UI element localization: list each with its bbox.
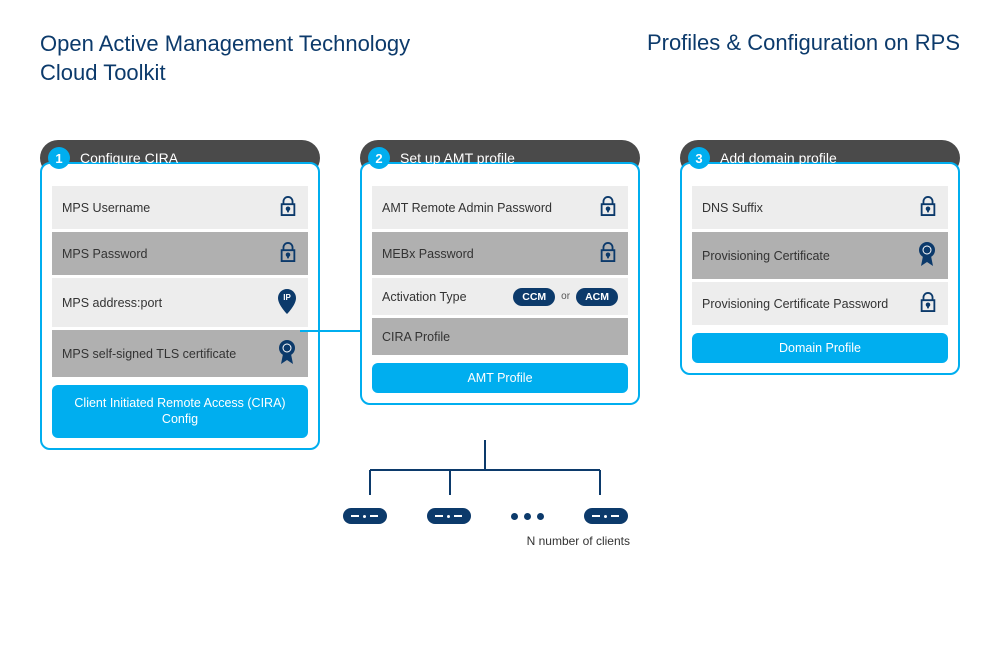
ribbon-icon — [916, 241, 938, 270]
column-amt-profile: 2 Set up AMT profile AMT Remote Admin Pa… — [360, 140, 640, 450]
activation-options: CCM or ACM — [513, 288, 618, 306]
footer-cira-config: Client Initiated Remote Access (CIRA) Co… — [52, 385, 308, 438]
title-right: Profiles & Configuration on RPS — [647, 30, 960, 56]
row-activation-type: Activation Type CCM or ACM — [372, 278, 628, 315]
footer-domain-profile: Domain Profile — [692, 333, 948, 363]
column-configure-cira: 1 Configure CIRA MPS Username MPS Passwo… — [40, 140, 320, 450]
row-prov-cert-pw: Provisioning Certificate Password — [692, 282, 948, 325]
ellipsis-icon — [511, 508, 544, 524]
connector-cira-to-amt — [300, 330, 360, 332]
row-prov-cert: Provisioning Certificate — [692, 232, 948, 279]
or-text: or — [561, 291, 570, 302]
step-number-3: 3 — [688, 147, 710, 169]
row-mebx-pw: MEBx Password — [372, 232, 628, 275]
ribbon-icon — [276, 339, 298, 368]
lock-icon — [918, 291, 938, 316]
label: MPS address:port — [62, 296, 162, 310]
label: Activation Type — [382, 290, 467, 304]
label: Provisioning Certificate Password — [702, 297, 888, 311]
row-amt-admin-pw: AMT Remote Admin Password — [372, 186, 628, 229]
client-node — [584, 508, 628, 524]
step-title-3: Add domain profile — [720, 150, 837, 166]
panel-domain: DNS Suffix Provisioning Certificate Prov… — [680, 162, 960, 375]
label: DNS Suffix — [702, 201, 763, 215]
step-title-1: Configure CIRA — [80, 150, 178, 166]
label: MPS Username — [62, 201, 150, 215]
step-title-2: Set up AMT profile — [400, 150, 515, 166]
row-mps-address: MPS address:port — [52, 278, 308, 327]
lock-icon — [598, 241, 618, 266]
lock-icon — [918, 195, 938, 220]
lock-icon — [598, 195, 618, 220]
step-number-2: 2 — [368, 147, 390, 169]
row-cira-profile: CIRA Profile — [372, 318, 628, 355]
client-node — [343, 508, 387, 524]
ip-pin-icon — [276, 287, 298, 318]
footer-amt-profile: AMT Profile — [372, 363, 628, 393]
row-mps-password: MPS Password — [52, 232, 308, 275]
lock-icon — [278, 195, 298, 220]
label: CIRA Profile — [382, 330, 450, 344]
clients-count-label: N number of clients — [320, 534, 650, 548]
label: AMT Remote Admin Password — [382, 201, 552, 215]
row-dns-suffix: DNS Suffix — [692, 186, 948, 229]
client-node — [427, 508, 471, 524]
label: MPS Password — [62, 247, 147, 261]
row-mps-username: MPS Username — [52, 186, 308, 229]
clients-tree: N number of clients — [320, 440, 650, 548]
label: Provisioning Certificate — [702, 249, 830, 263]
title-left: Open Active Management Technology Cloud … — [40, 30, 460, 87]
lock-icon — [278, 241, 298, 266]
column-domain-profile: 3 Add domain profile DNS Suffix Provisio… — [680, 140, 960, 450]
step-number-1: 1 — [48, 147, 70, 169]
row-mps-cert: MPS self-signed TLS certificate — [52, 330, 308, 377]
ccm-capsule: CCM — [513, 288, 555, 306]
acm-capsule: ACM — [576, 288, 618, 306]
label: MPS self-signed TLS certificate — [62, 347, 236, 361]
panel-cira: MPS Username MPS Password MPS address:po… — [40, 162, 320, 450]
panel-amt: AMT Remote Admin Password MEBx Password … — [360, 162, 640, 405]
label: MEBx Password — [382, 247, 474, 261]
